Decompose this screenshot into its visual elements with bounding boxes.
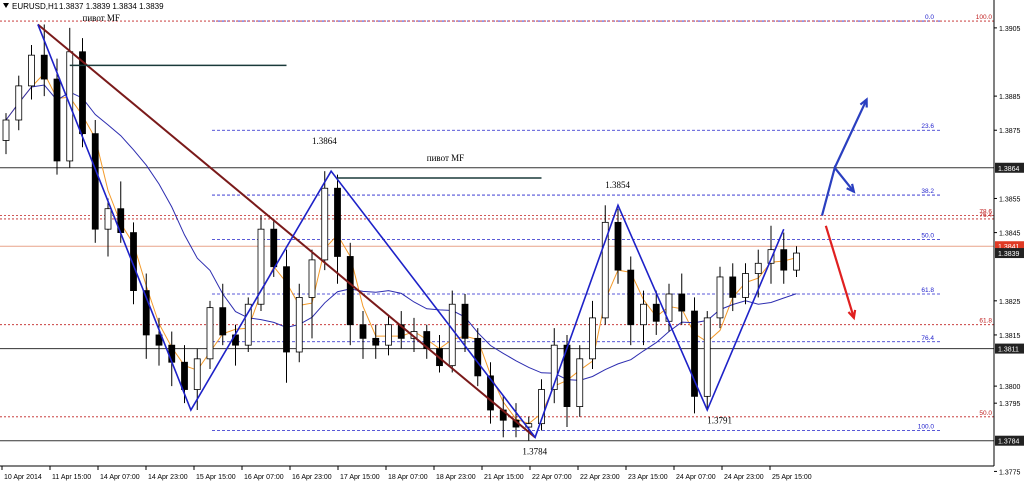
y-tick-label-5: 1.3825 (999, 299, 1021, 306)
candle-body-57 (729, 276, 737, 298)
x-tick-label-16: 25 Apr 15:00 (772, 474, 812, 481)
candle-body-19 (244, 303, 252, 346)
fibo-blue-label-4: 61.8 (921, 287, 934, 294)
x-tick-label-10: 21 Apr 15:00 (484, 474, 524, 481)
candle-body-55 (703, 317, 711, 397)
candle-body-37 (474, 337, 482, 377)
chart-canvas: 0.023.638.250.061.876.4100.0100.078.676.… (0, 0, 1024, 481)
y-tick-label-0: 1.3905 (999, 26, 1021, 33)
candle-body-58 (742, 273, 749, 298)
fibo-blue-label-1: 23.6 (921, 123, 934, 130)
candle-body-48 (614, 221, 622, 271)
y-tick-label-8: 1.3795 (999, 401, 1021, 408)
fibo-blue-label-6: 100.0 (918, 423, 935, 430)
x-tick-label-5: 16 Apr 07:00 (244, 474, 284, 481)
fibo-red-label-4: 50.0 (979, 410, 992, 417)
y-tick-label-2: 1.3875 (999, 128, 1021, 135)
annotation-0: пивот MF (83, 13, 120, 23)
candle-body-26 (334, 187, 341, 257)
candle-body-24 (308, 259, 316, 298)
fibo-red-label-0: 100.0 (976, 14, 993, 21)
x-tick-label-7: 17 Apr 15:00 (340, 474, 380, 481)
y-tick-label-3: 1.3855 (999, 196, 1021, 203)
x-tick-label-14: 24 Apr 07:00 (676, 474, 716, 481)
candle-body-50 (640, 303, 647, 326)
candle-body-15 (193, 358, 201, 390)
x-tick-label-2: 14 Apr 07:00 (100, 474, 140, 481)
candle-body-25 (321, 187, 329, 261)
symbol-timeframe: EURUSD,H1 (12, 2, 59, 11)
candle-body-54 (691, 310, 698, 397)
candle-body-7 (91, 133, 99, 230)
candle-body-56 (716, 276, 724, 319)
fibo-blue-label-3: 50.0 (921, 232, 934, 239)
candle-body-4 (53, 78, 61, 162)
candle-body-36 (461, 303, 469, 339)
candle-body-59 (754, 262, 762, 274)
x-tick-label-1: 11 Apr 15:00 (52, 474, 91, 481)
candle-body-21 (270, 228, 278, 268)
x-tick-label-3: 14 Apr 23:00 (148, 474, 188, 481)
x-tick-label-15: 24 Apr 23:00 (724, 474, 764, 481)
candle-body-17 (219, 307, 227, 336)
annotation-4: 1.3791 (707, 416, 732, 426)
price-badge-label-0: 1.3864 (998, 166, 1020, 173)
candle-body-3 (40, 54, 48, 80)
price-badge-label-3: 1.3811 (998, 347, 1019, 354)
candle-body-29 (372, 337, 380, 346)
candle-body-53 (678, 293, 686, 312)
x-tick-label-8: 18 Apr 07:00 (388, 474, 428, 481)
chart-header: EURUSD,H1 1.3837 1.3839 1.3834 1.3839 (3, 2, 164, 11)
y-tick-label-7: 1.3800 (999, 384, 1021, 391)
y-tick-label-4: 1.3845 (999, 231, 1021, 238)
ohlc-readout: 1.3837 1.3839 1.3834 1.3839 (59, 2, 164, 11)
annotation-2: пивот MF (427, 153, 464, 163)
y-tick-label-6: 1.3815 (999, 333, 1021, 340)
candle-body-61 (780, 249, 788, 271)
candle-body-35 (448, 303, 456, 367)
x-tick-label-11: 22 Apr 07:00 (532, 474, 572, 481)
candle-body-27 (346, 256, 354, 326)
x-tick-label-13: 23 Apr 15:00 (628, 474, 668, 481)
fibo-blue-label-2: 38.2 (921, 188, 934, 195)
candle-body-0 (2, 119, 10, 141)
x-tick-label-0: 10 Apr 2014 (4, 474, 42, 481)
fibo-red-label-2: 76.4 (979, 212, 992, 219)
price-badge-label-2: 1.3839 (998, 251, 1020, 258)
x-tick-label-9: 18 Apr 23:00 (436, 474, 476, 481)
candle-body-23 (295, 297, 303, 353)
annotation-3: 1.3854 (605, 180, 630, 190)
price-badge-label-4: 1.3784 (998, 439, 1020, 446)
annotation-1: 1.3864 (312, 136, 337, 146)
candle-body-45 (576, 358, 584, 407)
candle-body-28 (359, 324, 367, 339)
candle-body-62 (793, 252, 800, 271)
candle-body-22 (283, 266, 290, 353)
fibo-blue-label-5: 76.4 (921, 335, 934, 342)
x-tick-label-6: 16 Apr 23:00 (292, 474, 332, 481)
candle-body-49 (627, 269, 635, 326)
candle-body-8 (104, 208, 112, 230)
fibo-red-label-3: 61.8 (979, 318, 992, 325)
candle-body-16 (206, 307, 214, 360)
fibo-blue-label-0: 0.0 (925, 14, 934, 21)
x-tick-label-4: 15 Apr 15:00 (196, 474, 236, 481)
x-tick-label-12: 22 Apr 23:00 (580, 474, 620, 481)
candle-body-30 (385, 324, 392, 346)
candle-body-2 (28, 54, 35, 87)
candle-body-1 (15, 85, 23, 121)
y-tick-label-1: 1.3885 (999, 94, 1021, 101)
candle-body-14 (181, 361, 188, 390)
plot-background (0, 0, 994, 466)
candle-body-46 (589, 317, 596, 360)
candle-body-51 (652, 303, 660, 322)
annotation-5: 1.3784 (522, 446, 547, 456)
y-tick-label-9: 1.3775 (999, 469, 1021, 476)
x-axis-ticks: 10 Apr 2014 11 Apr 15:00 14 Apr 07:00 14 Ap… (1, 466, 812, 481)
